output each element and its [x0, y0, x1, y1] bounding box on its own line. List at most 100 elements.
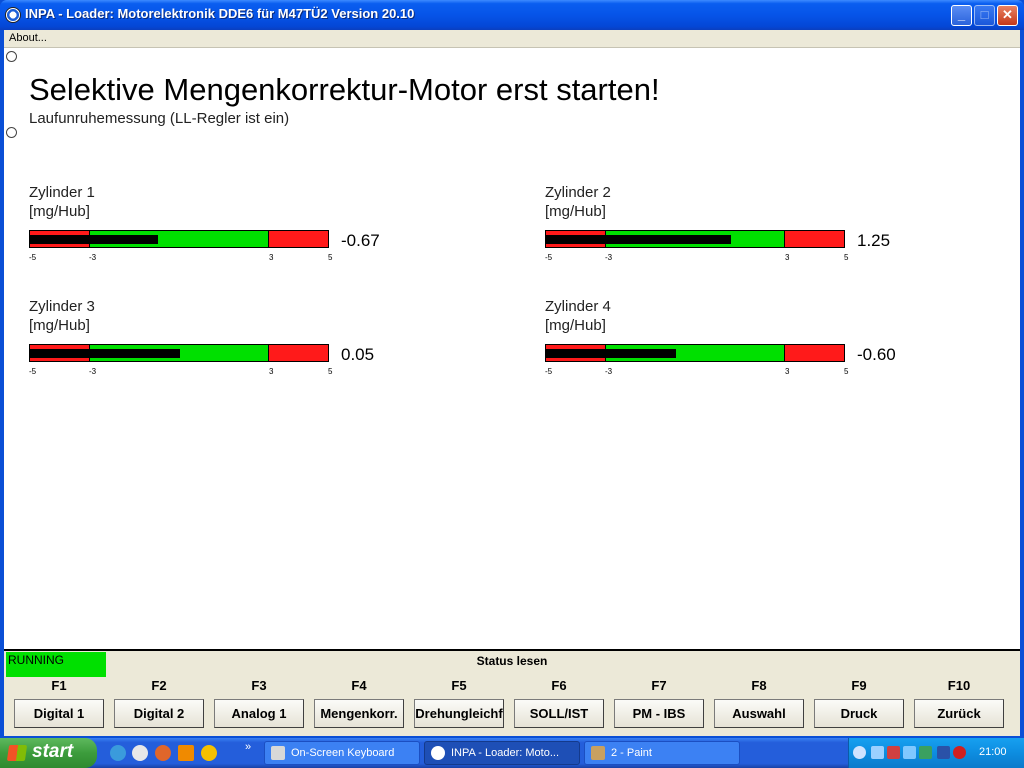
app-shortcut-icon[interactable]: [201, 745, 217, 761]
gauge-zylinder-3: Zylinder 3 [mg/Hub] 0.05 -5 -3 3 5: [29, 298, 449, 378]
gauge-zylinder-4: Zylinder 4 [mg/Hub] -0.60 -5 -3 3 5: [545, 298, 965, 378]
gauge-name: Zylinder 3: [29, 298, 95, 315]
druck-button[interactable]: Druck: [814, 699, 904, 728]
tick-label: 3: [785, 253, 790, 262]
auswahl-button[interactable]: Auswahl: [714, 699, 804, 728]
app-window: INPA - Loader: Motorelektronik DDE6 für …: [0, 0, 1024, 738]
gauge-unit: [mg/Hub]: [29, 203, 90, 220]
fkey-label-f3: F3: [251, 678, 267, 693]
gauge-name: Zylinder 4: [545, 298, 611, 315]
close-button[interactable]: ✕: [997, 5, 1018, 26]
paint-icon: [591, 746, 605, 760]
gauge-high-limit-zone: [268, 345, 328, 361]
minimize-button[interactable]: _: [951, 5, 972, 26]
gauge-high-limit-zone: [784, 231, 844, 247]
tick-label: -3: [605, 367, 613, 376]
network-disconnected-icon[interactable]: [887, 746, 900, 759]
vlc-icon[interactable]: [178, 745, 194, 761]
task-label: INPA - Loader: Moto...: [451, 747, 560, 759]
quick-launch-more-icon[interactable]: »: [245, 741, 251, 753]
bmw-icon: [431, 746, 445, 760]
gauge-fill: [30, 235, 159, 244]
task-inpa-loader[interactable]: INPA - Loader: Moto...: [424, 741, 580, 765]
windows-logo-icon: [6, 745, 28, 761]
fkey-label-f10: F10: [947, 678, 971, 693]
fkey-label-f1: F1: [51, 678, 67, 693]
gauge-name: Zylinder 1: [29, 184, 95, 201]
gauge-value: 0.05: [341, 345, 375, 364]
tick-label: -3: [89, 367, 97, 376]
maximize-button[interactable]: □: [974, 5, 995, 26]
keyboard-icon: [271, 746, 285, 760]
antivirus-icon[interactable]: [953, 746, 966, 759]
gauge-unit: [mg/Hub]: [545, 203, 606, 220]
task-label: 2 - Paint: [611, 747, 652, 759]
taskbar: start » On-Screen Keyboard INPA - Loader…: [0, 738, 1024, 768]
gauge-zylinder-1: Zylinder 1 [mg/Hub] -0.67 -5 -3 3 5: [29, 184, 449, 264]
tick-label: 5: [328, 367, 333, 376]
digital-2-button[interactable]: Digital 2: [114, 699, 204, 728]
menu-about[interactable]: About...: [9, 32, 47, 44]
status-title: Status lesen: [476, 654, 548, 668]
tick-label: 3: [269, 367, 274, 376]
gauge-fill: [546, 349, 676, 358]
system-tray: 21:00: [848, 738, 1024, 768]
tray-expand-icon[interactable]: [853, 746, 866, 759]
digital-1-button[interactable]: Digital 1: [14, 699, 104, 728]
display-icon[interactable]: [903, 746, 916, 759]
radio-indicator-1[interactable]: [6, 51, 17, 62]
firefox-icon[interactable]: [155, 745, 171, 761]
tick-label: -5: [29, 253, 37, 262]
fkey-label-f8: F8: [751, 678, 767, 693]
radio-indicator-2[interactable]: [6, 127, 17, 138]
gauge-fill: [30, 349, 181, 358]
media-player-icon[interactable]: [132, 745, 148, 761]
gauge-value: -0.67: [341, 231, 380, 250]
start-label: start: [32, 741, 74, 762]
gauge-bar: [545, 230, 845, 248]
gauge-bar: [29, 230, 329, 248]
page-title: Selektive Mengenkorrektur-Motor erst sta…: [29, 72, 660, 107]
gauge-zylinder-2: Zylinder 2 [mg/Hub] 1.25 -5 -3 3 5: [545, 184, 965, 264]
gauge-value: -0.60: [857, 345, 896, 364]
network-icon[interactable]: [871, 746, 884, 759]
gauge-high-limit-zone: [268, 231, 328, 247]
tick-label: 3: [269, 253, 274, 262]
tick-label: 5: [844, 253, 849, 262]
task-on-screen-keyboard[interactable]: On-Screen Keyboard: [264, 741, 420, 765]
soll-ist-button[interactable]: SOLL/IST: [514, 699, 604, 728]
tick-label: -5: [545, 367, 553, 376]
gauge-unit: [mg/Hub]: [545, 317, 606, 334]
fkey-label-f7: F7: [651, 678, 667, 693]
tick-label: 3: [785, 367, 790, 376]
gauge-bar: [29, 344, 329, 362]
internet-explorer-icon[interactable]: [110, 745, 126, 761]
clock: 21:00: [979, 746, 1007, 758]
fkey-label-f6: F6: [551, 678, 567, 693]
zurueck-button[interactable]: Zurück: [914, 699, 1004, 728]
task-paint[interactable]: 2 - Paint: [584, 741, 740, 765]
battery-icon[interactable]: [937, 746, 950, 759]
tick-label: -5: [545, 253, 553, 262]
fkey-label-f5: F5: [451, 678, 467, 693]
gauge-high-limit-zone: [784, 345, 844, 361]
bmw-logo-icon[interactable]: [5, 7, 21, 23]
tick-label: -3: [89, 253, 97, 262]
gauge-unit: [mg/Hub]: [29, 317, 90, 334]
task-label: On-Screen Keyboard: [291, 747, 395, 759]
tick-label: 5: [844, 367, 849, 376]
title-bar[interactable]: INPA - Loader: Motorelektronik DDE6 für …: [0, 0, 1024, 30]
security-icon[interactable]: [919, 746, 932, 759]
fkey-label-f4: F4: [351, 678, 367, 693]
drehungleichf-button[interactable]: Drehungleichf: [414, 699, 504, 728]
start-button[interactable]: start: [0, 738, 97, 768]
window-title: INPA - Loader: Motorelektronik DDE6 für …: [25, 6, 415, 21]
tick-label: 5: [328, 253, 333, 262]
mengenkorr-button[interactable]: Mengenkorr.: [314, 699, 404, 728]
gauge-value: 1.25: [857, 231, 891, 250]
analog-1-button[interactable]: Analog 1: [214, 699, 304, 728]
gauge-bar: [545, 344, 845, 362]
tick-label: -5: [29, 367, 37, 376]
pm-ibs-button[interactable]: PM - IBS: [614, 699, 704, 728]
fkey-label-f2: F2: [151, 678, 167, 693]
